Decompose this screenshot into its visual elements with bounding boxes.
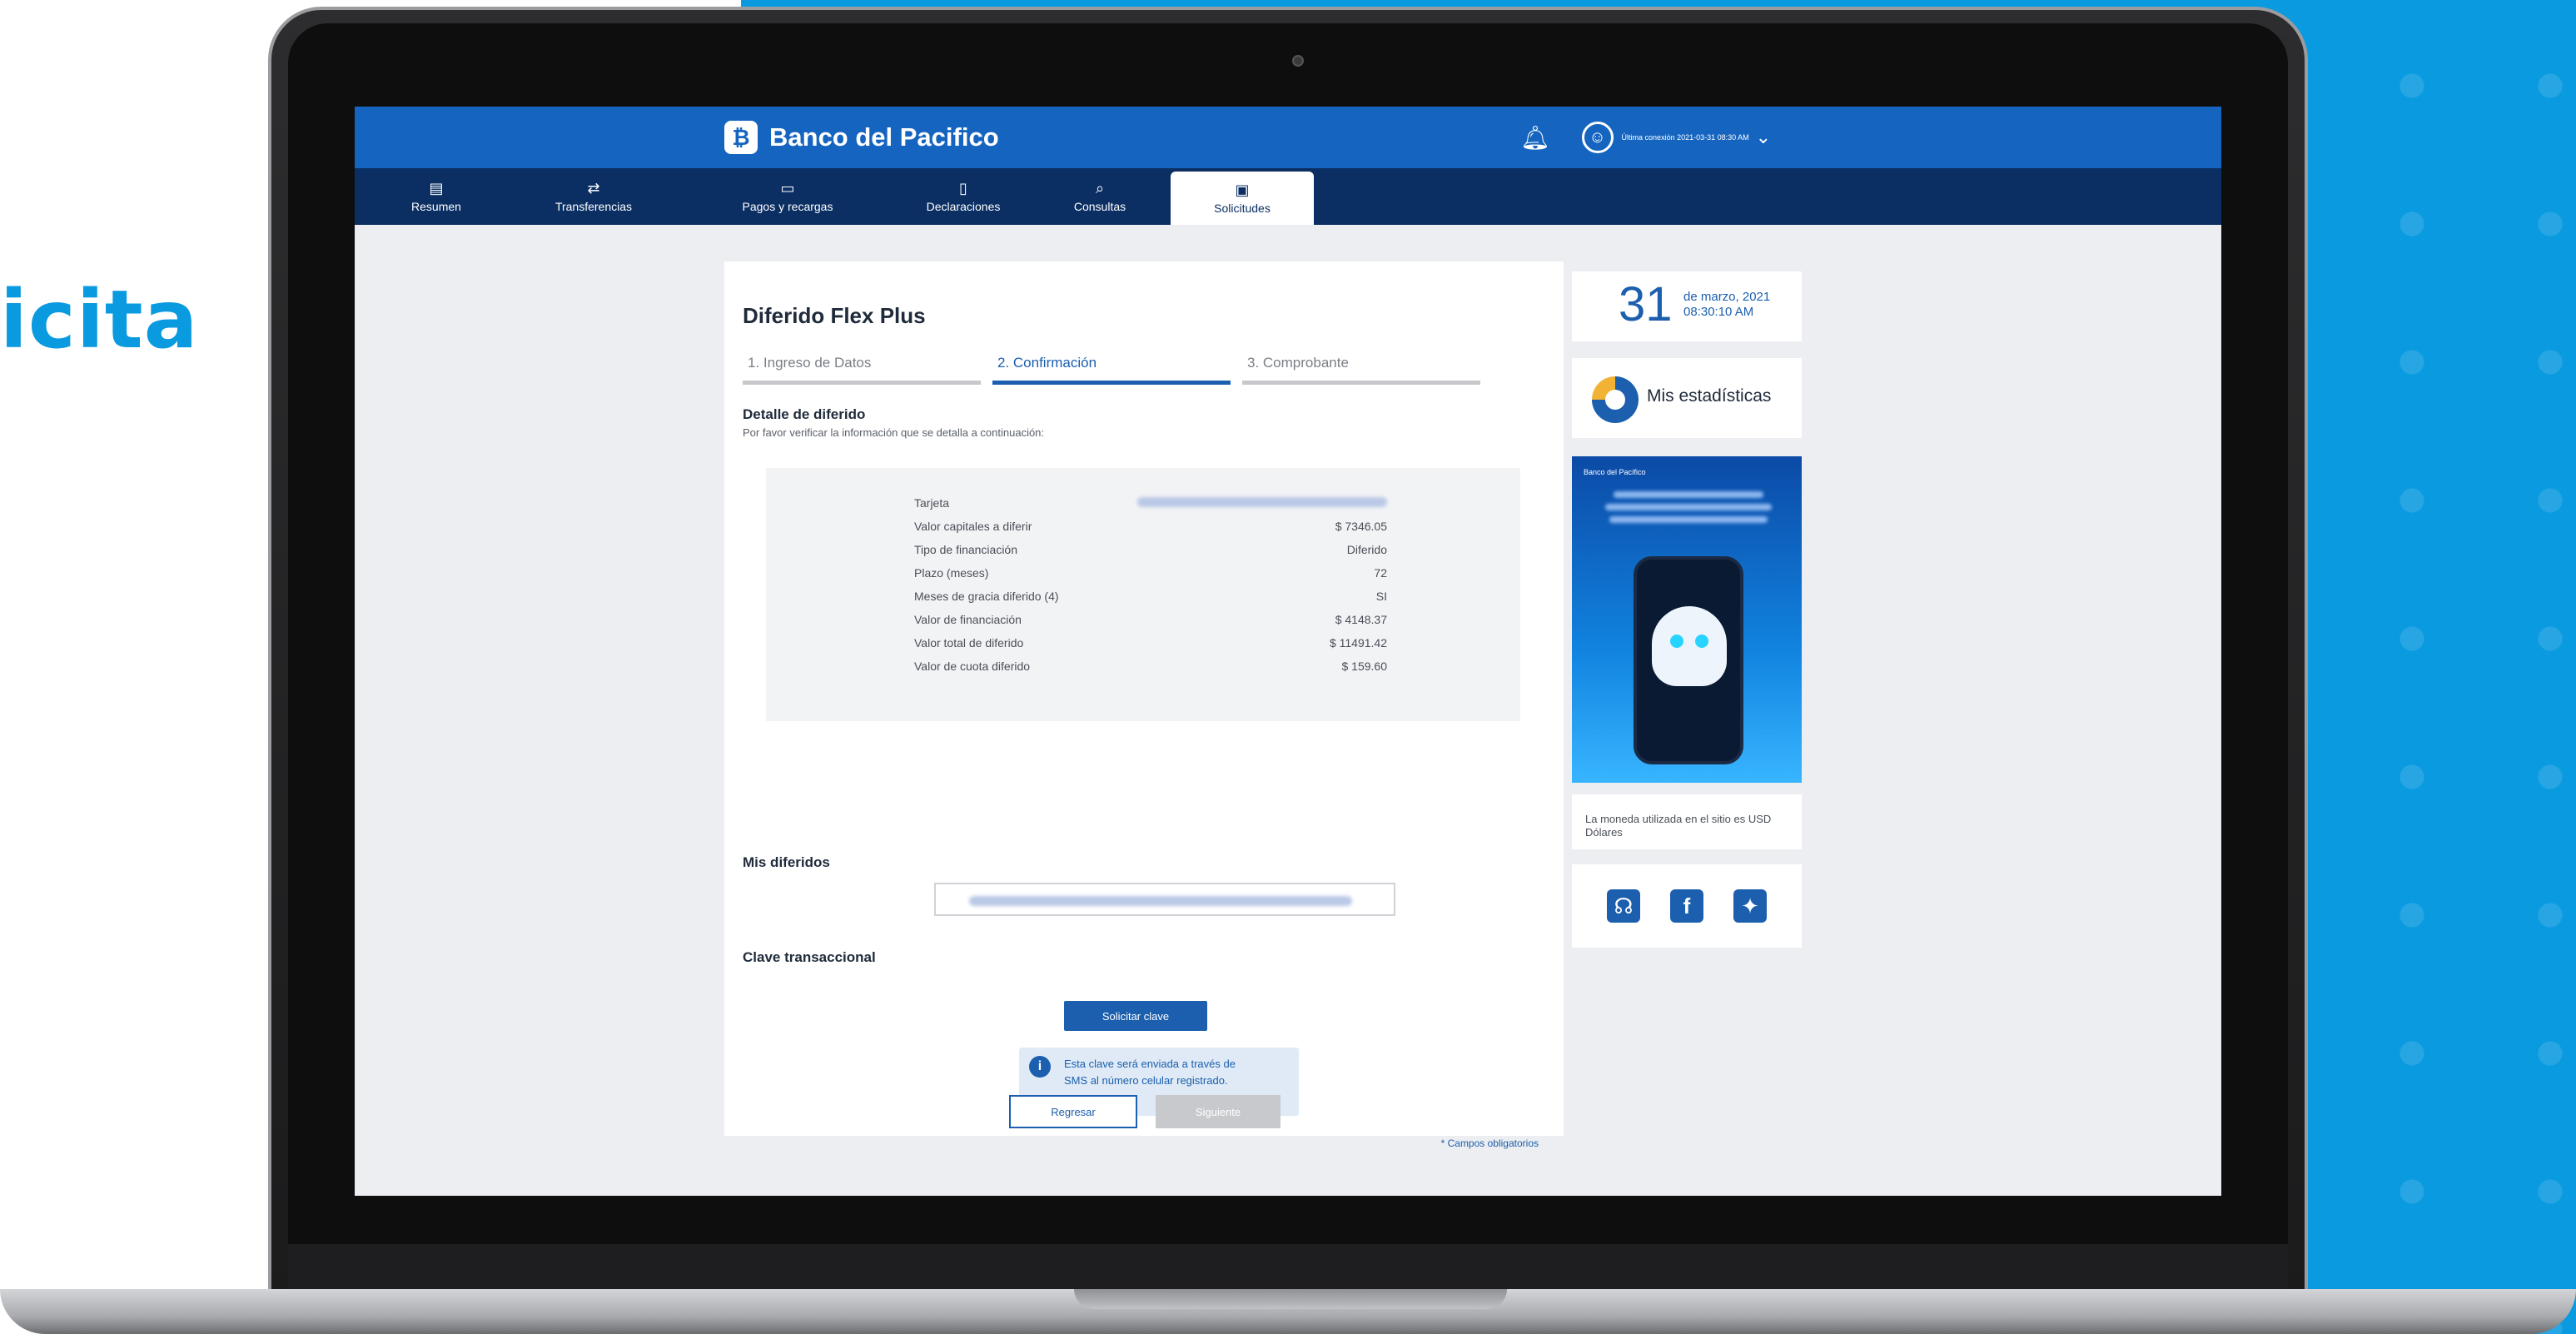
chevron-down-icon[interactable]: ⌄ (1756, 127, 1771, 148)
card-number-masked (1137, 496, 1387, 510)
diferidos-select[interactable] (934, 883, 1395, 916)
user-icon[interactable]: ☺ (1581, 122, 1614, 153)
detail-box: Tarjeta Valor capitales a diferir $ 7346… (766, 468, 1520, 721)
step-3: 3. Comprobante (1242, 351, 1480, 385)
detail-title: Detalle de diferido (743, 406, 866, 422)
brand-name: Banco del Pacifico (769, 122, 999, 152)
robot-illustration (1652, 606, 1727, 686)
top-bar: ₿ Banco del Pacifico 🔔︎ ☺ Última conexió… (355, 107, 2221, 168)
tab-declaraciones[interactable]: ▯ Declaraciones (901, 168, 1026, 225)
date-day: 31 (1619, 277, 1673, 331)
main-nav: ▤ Resumen ⇄ Transferencias ▭ Pagos y rec… (355, 168, 2221, 225)
stats-label: Mis estadísticas (1647, 386, 1772, 406)
mis-diferidos-title: Mis diferidos (743, 854, 830, 870)
transfer-icon: ⇄ (587, 180, 600, 197)
required-note: * Campos obligatorios (1440, 1137, 1539, 1149)
background-dots (2326, 0, 2576, 1334)
detail-row: Plazo (meses) 72 (914, 566, 1387, 580)
laptop-notch (1074, 1289, 1507, 1309)
detail-row: Meses de gracia diferido (4) SI (914, 590, 1387, 603)
banner-brand: Banco del Pacífico (1584, 468, 1646, 476)
stepper: 1. Ingreso de Datos 2. Confirmación 3. C… (743, 351, 1497, 385)
step-1: 1. Ingreso de Datos (743, 351, 981, 385)
clave-title: Clave transaccional (743, 949, 876, 965)
step-2: 2. Confirmación (992, 351, 1231, 385)
detail-row: Valor de cuota diferido $ 159.60 (914, 660, 1387, 673)
screen: ₿ Banco del Pacifico 🔔︎ ☺ Última conexió… (355, 107, 2221, 1196)
back-button[interactable]: Regresar (1009, 1095, 1137, 1128)
date-card: 31 de marzo, 2021 08:30:10 AM (1572, 271, 1802, 341)
banner-text (1597, 490, 1780, 527)
twitter-icon[interactable]: ✦ (1733, 889, 1767, 923)
promo-text: icita (0, 273, 199, 366)
tab-solicitudes[interactable]: ▣ Solicitudes (1171, 172, 1314, 225)
promo-banner[interactable]: Banco del Pacífico (1572, 456, 1802, 783)
user-area: 🔔︎ ☺ Última conexión 2021-03-31 08:30 AM… (1520, 120, 1771, 155)
solicitar-clave-button[interactable]: Solicitar clave (1064, 1001, 1207, 1031)
tab-resumen[interactable]: ▤ Resumen (390, 168, 483, 225)
tab-pagos[interactable]: ▭ Pagos y recargas (713, 168, 863, 225)
requests-icon: ▣ (1235, 182, 1250, 198)
bank-logo-icon: ₿ (724, 121, 758, 154)
facebook-icon[interactable]: f (1670, 889, 1703, 923)
detail-row: Tarjeta (914, 493, 1387, 516)
date-detail: de marzo, 2021 08:30:10 AM (1683, 290, 1771, 319)
stats-card[interactable]: Mis estadísticas (1572, 358, 1802, 438)
currency-note: La moneda utilizada en el sitio es USD D… (1585, 813, 1772, 839)
detail-subtitle: Por favor verificar la información que s… (743, 426, 1045, 439)
info-icon: i (1029, 1056, 1051, 1078)
declarations-icon: ▯ (959, 180, 967, 197)
headset-icon[interactable]: ☊ (1607, 889, 1640, 923)
bell-icon[interactable]: 🔔︎ (1520, 124, 1550, 152)
detail-row: Valor total de diferido $ 11491.42 (914, 636, 1387, 650)
main-card: Diferido Flex Plus 1. Ingreso de Datos 2… (724, 261, 1564, 1149)
detail-row: Valor de financiación $ 4148.37 (914, 613, 1387, 626)
laptop-bottom-bezel (288, 1244, 2288, 1289)
last-login: Última conexión 2021-03-31 08:30 AM (1621, 133, 1749, 142)
summary-icon: ▤ (429, 180, 444, 197)
page-title: Diferido Flex Plus (743, 303, 926, 328)
tab-consultas[interactable]: ⌕ Consultas (1054, 168, 1146, 225)
detail-row: Tipo de financiación Diferido (914, 543, 1387, 556)
payments-icon: ▭ (780, 180, 795, 197)
tab-transferencias[interactable]: ⇄ Transferencias (531, 168, 656, 225)
currency-card: La moneda utilizada en el sitio es USD D… (1572, 794, 1802, 849)
next-button[interactable]: Siguiente (1156, 1095, 1281, 1128)
camera-icon (1292, 55, 1304, 67)
brand[interactable]: ₿ Banco del Pacifico (724, 118, 999, 157)
pie-chart-icon (1592, 376, 1639, 423)
search-icon: ⌕ (1095, 180, 1105, 197)
detail-row: Valor capitales a diferir $ 7346.05 (914, 520, 1387, 533)
social-card: ☊ f ✦ (1572, 864, 1802, 948)
